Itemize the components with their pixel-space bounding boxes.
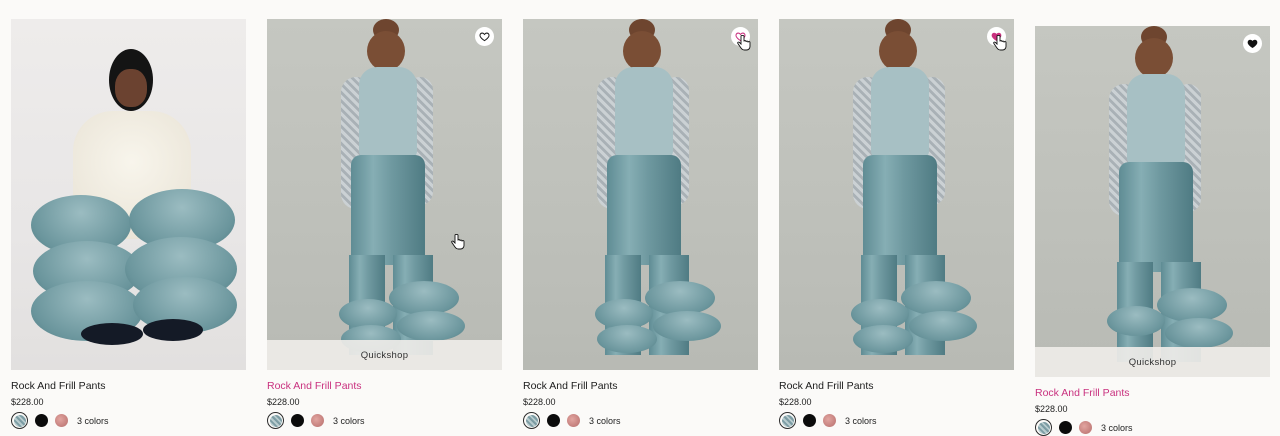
quickshop-button[interactable]: Quickshop xyxy=(267,340,502,370)
swatch-black[interactable] xyxy=(291,414,304,427)
product-price: $228.00 xyxy=(1035,404,1068,414)
product-price: $228.00 xyxy=(267,397,300,407)
swatch-denim-blue[interactable] xyxy=(267,412,284,429)
product-card[interactable]: Rock And Frill Pants $228.00 3 colors xyxy=(779,19,1014,429)
swatch-black[interactable] xyxy=(1059,421,1072,434)
product-card[interactable]: Quickshop Rock And Frill Pants $228.00 3… xyxy=(1035,26,1270,436)
product-image[interactable]: Quickshop xyxy=(1035,26,1270,377)
wishlist-button[interactable] xyxy=(1243,34,1262,53)
quickshop-button[interactable]: Quickshop xyxy=(1035,347,1270,377)
wishlist-button[interactable] xyxy=(475,27,494,46)
product-price: $228.00 xyxy=(523,397,556,407)
product-price: $228.00 xyxy=(11,397,44,407)
pointer-cursor-icon xyxy=(737,35,751,51)
swatch-denim-blue[interactable] xyxy=(11,412,28,429)
swatch-denim-blue[interactable] xyxy=(523,412,540,429)
product-title[interactable]: Rock And Frill Pants xyxy=(11,379,246,393)
swatch-denim-blue[interactable] xyxy=(779,412,796,429)
swatch-rose[interactable] xyxy=(823,414,836,427)
swatch-rose[interactable] xyxy=(567,414,580,427)
product-price: $228.00 xyxy=(779,397,812,407)
product-image[interactable] xyxy=(523,19,758,370)
heart-icon xyxy=(479,32,490,42)
product-card[interactable]: Rock And Frill Pants $228.00 3 colors xyxy=(11,19,246,429)
swatch-rose[interactable] xyxy=(55,414,68,427)
color-swatches: 3 colors xyxy=(779,412,1014,429)
heart-filled-icon xyxy=(1247,39,1258,49)
swatch-denim-blue[interactable] xyxy=(1035,419,1052,436)
product-image[interactable] xyxy=(11,19,246,370)
colors-count[interactable]: 3 colors xyxy=(333,416,365,426)
swatch-rose[interactable] xyxy=(1079,421,1092,434)
color-swatches: 3 colors xyxy=(523,412,758,429)
product-image[interactable] xyxy=(779,19,1014,370)
colors-count[interactable]: 3 colors xyxy=(589,416,621,426)
swatch-black[interactable] xyxy=(547,414,560,427)
product-card[interactable]: Rock And Frill Pants $228.00 3 colors xyxy=(523,19,758,429)
product-title[interactable]: Rock And Frill Pants xyxy=(267,379,502,393)
swatch-rose[interactable] xyxy=(311,414,324,427)
product-image[interactable]: Quickshop xyxy=(267,19,502,370)
pointer-cursor-icon xyxy=(451,234,465,250)
product-title[interactable]: Rock And Frill Pants xyxy=(779,379,1014,393)
swatch-black[interactable] xyxy=(803,414,816,427)
product-title[interactable]: Rock And Frill Pants xyxy=(1035,386,1270,400)
colors-count[interactable]: 3 colors xyxy=(1101,423,1133,433)
color-swatches: 3 colors xyxy=(267,412,502,429)
color-swatches: 3 colors xyxy=(11,412,246,429)
color-swatches: 3 colors xyxy=(1035,419,1270,436)
colors-count[interactable]: 3 colors xyxy=(77,416,109,426)
swatch-black[interactable] xyxy=(35,414,48,427)
product-title[interactable]: Rock And Frill Pants xyxy=(523,379,758,393)
pointer-cursor-icon xyxy=(993,35,1007,51)
product-card[interactable]: Quickshop Rock And Frill Pants $228.00 3… xyxy=(267,19,502,429)
colors-count[interactable]: 3 colors xyxy=(845,416,877,426)
